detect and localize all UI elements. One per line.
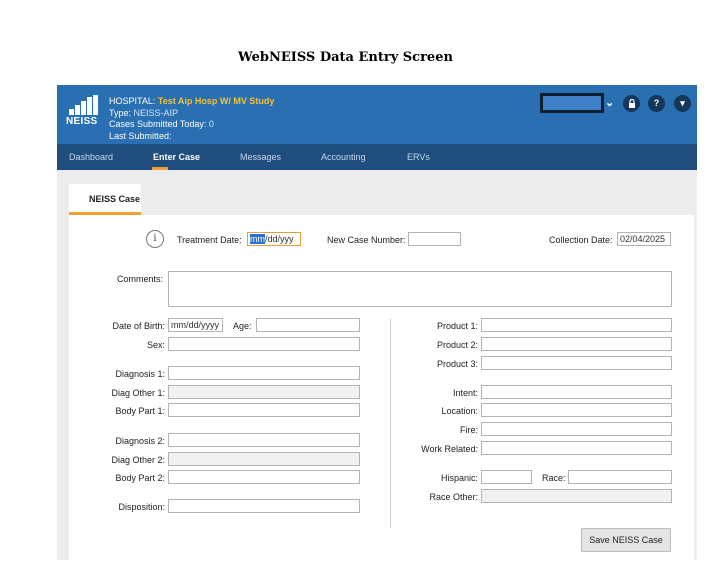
race-other-label: Race Other: bbox=[429, 492, 478, 502]
race-select[interactable] bbox=[568, 470, 672, 484]
help-icon: ? bbox=[653, 98, 660, 108]
save-neiss-case-button[interactable]: Save NEISS Case bbox=[581, 528, 671, 552]
lock-icon bbox=[628, 98, 635, 108]
hospital-info: HOSPITAL: Test Aip Hosp W/ MV Study Type… bbox=[109, 96, 274, 142]
comments-label: Comments: bbox=[117, 274, 164, 284]
diagnosis2-label: Diagnosis 2: bbox=[115, 436, 165, 446]
body-part2-label: Body Part 2: bbox=[115, 473, 165, 483]
chevron-down-icon[interactable]: ⌄ bbox=[605, 96, 614, 109]
treatment-date-input[interactable]: mm/dd/yyy bbox=[247, 232, 301, 246]
work-related-select[interactable] bbox=[481, 441, 672, 455]
sex-select[interactable] bbox=[168, 337, 360, 351]
disposition-label: Disposition: bbox=[118, 502, 165, 512]
logo-bars-icon bbox=[69, 95, 99, 115]
nav-active-indicator bbox=[152, 167, 168, 170]
product2-select[interactable] bbox=[481, 337, 672, 351]
cases-value: 0 bbox=[208, 119, 214, 129]
app-header: NEISS HOSPITAL: Test Aip Hosp W/ MV Stud… bbox=[57, 85, 697, 144]
menu-button[interactable]: ▾ bbox=[674, 95, 691, 112]
tab-neiss-case[interactable]: NEISS Case bbox=[69, 184, 141, 215]
neiss-logo: NEISS bbox=[65, 95, 101, 135]
product3-label: Product 3: bbox=[436, 359, 478, 369]
cases-label: Cases Submitted Today: bbox=[109, 119, 207, 129]
collection-date-input[interactable]: 02/04/2025 bbox=[617, 232, 671, 246]
hispanic-label: Hispanic: bbox=[440, 473, 478, 483]
nav-messages[interactable]: Messages bbox=[240, 152, 281, 162]
column-divider bbox=[390, 319, 391, 528]
treatment-date-label: Treatment Date: bbox=[177, 235, 242, 245]
new-case-number-label: New Case Number: bbox=[327, 235, 406, 245]
diag-other2-input bbox=[168, 452, 360, 466]
disposition-select[interactable] bbox=[168, 499, 360, 513]
dob-label: Date of Birth: bbox=[112, 321, 165, 331]
location-label: Location: bbox=[441, 406, 478, 416]
intent-label: Intent: bbox=[452, 388, 478, 398]
age-label: Age: bbox=[233, 321, 252, 331]
page-title: WebNEISS Data Entry Screen bbox=[238, 50, 453, 65]
hispanic-select[interactable] bbox=[481, 470, 532, 484]
fire-select[interactable] bbox=[481, 422, 672, 436]
tab-label: NEISS Case bbox=[89, 194, 141, 204]
logo-text: NEISS bbox=[66, 116, 98, 127]
last-submitted-label: Last Submitted: bbox=[109, 130, 172, 141]
age-input[interactable] bbox=[256, 318, 360, 332]
intent-select[interactable] bbox=[481, 385, 672, 399]
caret-down-icon: ▾ bbox=[680, 98, 685, 108]
lock-button[interactable] bbox=[623, 95, 640, 112]
nav-ervs[interactable]: ERVs bbox=[407, 152, 430, 162]
race-other-input bbox=[481, 489, 672, 503]
sex-label: Sex: bbox=[146, 340, 165, 350]
treatment-date-rest: /dd/yyy bbox=[265, 234, 294, 244]
diag-other1-label: Diag Other 1: bbox=[111, 388, 165, 398]
collection-date-label: Collection Date: bbox=[549, 235, 613, 245]
diagnosis1-select[interactable] bbox=[168, 366, 360, 380]
hospital-label: HOSPITAL: bbox=[109, 96, 156, 106]
nav-dashboard[interactable]: Dashboard bbox=[69, 152, 113, 162]
body-part1-select[interactable] bbox=[168, 403, 360, 417]
comments-textarea[interactable] bbox=[168, 271, 672, 307]
diagnosis1-label: Diagnosis 1: bbox=[115, 369, 165, 379]
hospital-name: Test Aip Hosp W/ MV Study bbox=[157, 96, 275, 106]
user-account-box[interactable] bbox=[540, 93, 604, 113]
new-case-number-input[interactable] bbox=[408, 232, 461, 246]
help-button[interactable]: ? bbox=[648, 95, 665, 112]
nav-accounting[interactable]: Accounting bbox=[321, 152, 366, 162]
product1-label: Product 1: bbox=[436, 321, 478, 331]
type-value: NEISS-AIP bbox=[133, 107, 179, 118]
work-related-label: Work Related: bbox=[421, 444, 478, 454]
body-part2-select[interactable] bbox=[168, 470, 360, 484]
body-part1-label: Body Part 1: bbox=[115, 406, 165, 416]
race-label: Race: bbox=[542, 473, 566, 483]
dob-input[interactable]: mm/dd/yyyy bbox=[168, 318, 223, 332]
type-label: Type: bbox=[109, 107, 132, 118]
diag-other2-label: Diag Other 2: bbox=[111, 455, 165, 465]
treatment-date-month-selection: mm bbox=[250, 234, 265, 244]
product1-select[interactable] bbox=[481, 318, 672, 332]
diag-other1-input bbox=[168, 385, 360, 399]
fire-label: Fire: bbox=[460, 425, 478, 435]
webneiss-app: NEISS HOSPITAL: Test Aip Hosp W/ MV Stud… bbox=[57, 85, 697, 560]
product3-select[interactable] bbox=[481, 356, 672, 370]
diagnosis2-select[interactable] bbox=[168, 433, 360, 447]
product2-label: Product 2: bbox=[436, 340, 478, 350]
nav-enter-case[interactable]: Enter Case bbox=[153, 152, 200, 162]
info-icon[interactable]: i bbox=[146, 230, 164, 248]
case-form-panel: i Treatment Date: mm/dd/yyy New Case Num… bbox=[69, 215, 694, 560]
location-select[interactable] bbox=[481, 403, 672, 417]
main-nav: Dashboard Enter Case Messages Accounting… bbox=[57, 144, 697, 170]
